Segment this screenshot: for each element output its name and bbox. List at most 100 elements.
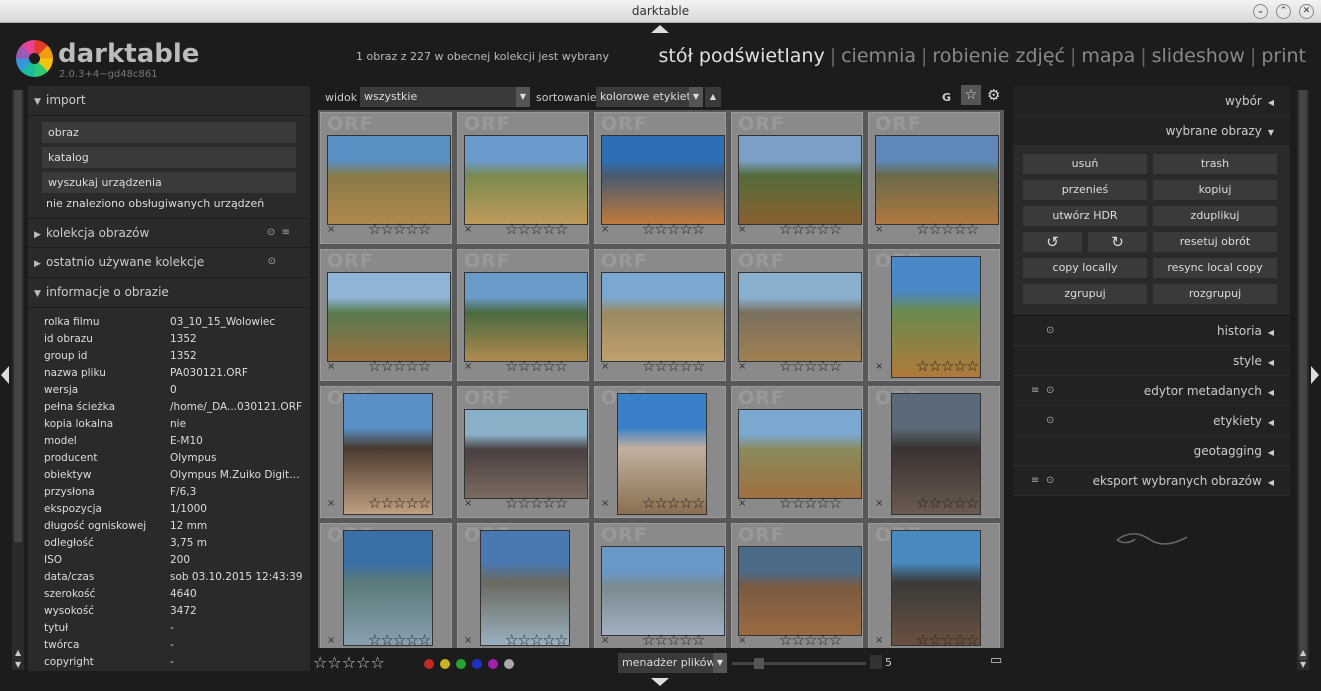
star-rating[interactable]: ☆☆☆☆☆ [642, 220, 705, 238]
right-panel-scrollbar[interactable]: ▲ ▼ [1297, 90, 1309, 670]
star-rating[interactable]: ☆☆☆☆☆ [916, 631, 979, 648]
left-panel-scrollbar[interactable]: ▲ ▼ [12, 90, 24, 670]
reject-icon[interactable]: × [464, 361, 472, 372]
collapse-right-arrow-icon[interactable] [1311, 366, 1319, 384]
reject-icon[interactable]: × [875, 498, 883, 509]
star-rating[interactable]: ☆☆☆☆☆ [916, 357, 979, 375]
move-button[interactable]: przenieś [1023, 180, 1147, 200]
ungroup-button[interactable]: rozgrupuj [1153, 284, 1277, 304]
sort-select[interactable]: kolorowe etykiety ▼ [596, 87, 703, 107]
thumbnail[interactable]: ORF×☆☆☆☆☆ [594, 249, 726, 381]
photo-image[interactable] [738, 135, 862, 225]
view-lighttable[interactable]: stół podświetlany [658, 45, 824, 67]
scan-devices-button[interactable]: wyszukaj urządzenia [42, 172, 296, 193]
duplicate-button[interactable]: zduplikuj [1153, 206, 1277, 226]
module-selected-images-header[interactable]: wybrane obrazy ▼ [1013, 116, 1290, 146]
maximize-button[interactable]: ⌃ [1276, 4, 1291, 19]
create-hdr-button[interactable]: utwórz HDR [1023, 206, 1147, 226]
thumbnail[interactable]: ORF×☆☆☆☆☆ [594, 112, 726, 244]
thumbnail[interactable]: ORF×☆☆☆☆☆ [731, 112, 863, 244]
zoom-slider-handle[interactable] [754, 658, 764, 669]
module-presets-icon[interactable]: ⊙ ≡ [267, 219, 290, 247]
color-label-filter[interactable] [424, 659, 434, 669]
star-rating[interactable]: ☆☆☆☆☆ [505, 220, 568, 238]
photo-image[interactable] [601, 135, 725, 225]
reject-icon[interactable]: × [464, 635, 472, 646]
module-tagging-header[interactable]: ⊙ etykiety ◀ [1013, 406, 1290, 436]
photo-image[interactable] [327, 272, 451, 362]
close-button[interactable]: ✕ [1299, 4, 1314, 19]
reset-rotation-button[interactable]: resetuj obrót [1153, 232, 1277, 252]
star-rating[interactable]: ☆☆☆☆☆ [642, 494, 705, 512]
reject-icon[interactable]: × [875, 635, 883, 646]
thumbnail[interactable]: ORF×☆☆☆☆☆ [594, 386, 726, 518]
view-slideshow[interactable]: slideshow [1152, 45, 1245, 67]
remove-button[interactable]: usuń [1023, 154, 1147, 174]
reject-icon[interactable]: × [327, 361, 335, 372]
color-label-filter[interactable] [472, 659, 482, 669]
scroll-down-icon[interactable]: ▼ [1300, 660, 1306, 669]
thumbnail[interactable]: ORF×☆☆☆☆☆ [731, 386, 863, 518]
color-label-filter[interactable] [456, 659, 466, 669]
thumbnail[interactable]: ORF×☆☆☆☆☆ [868, 523, 1000, 648]
zoom-slider[interactable] [732, 658, 866, 669]
copy-button[interactable]: kopiuj [1153, 180, 1277, 200]
photo-image[interactable] [464, 135, 588, 225]
photo-image[interactable] [875, 135, 999, 225]
trash-button[interactable]: trash [1153, 154, 1277, 174]
photo-image[interactable] [327, 135, 451, 225]
thumbnail[interactable]: ORF×☆☆☆☆☆ [868, 112, 1000, 244]
presets-menu-icon[interactable]: ≡ [1031, 376, 1039, 406]
star-rating[interactable]: ☆☆☆☆☆ [779, 494, 842, 512]
display-profile-icon[interactable]: ▭ [990, 653, 1002, 668]
thumbnail-grid[interactable]: ORF × ☆☆☆☆☆ ORF × ☆☆☆☆☆ ORF × ☆☆☆☆☆ ORF × ☆☆☆☆☆ ORF ×… [318, 110, 1004, 648]
rotate-left-button[interactable]: ↺ [1023, 232, 1082, 252]
collapse-top-arrow-icon[interactable] [651, 25, 669, 33]
star-rating[interactable]: ☆☆☆☆☆ [779, 357, 842, 375]
sort-order-toggle[interactable]: ▲ [705, 87, 721, 107]
import-image-button[interactable]: obraz [42, 122, 296, 143]
star-rating[interactable]: ☆☆☆☆☆ [916, 494, 979, 512]
thumbnail[interactable]: ORF×☆☆☆☆☆ [320, 523, 452, 648]
reset-icon[interactable]: ⊙ [1046, 466, 1054, 496]
photo-image[interactable] [601, 546, 725, 636]
reset-icon[interactable]: ⊙ [1046, 406, 1054, 436]
thumbnail[interactable]: ORF×☆☆☆☆☆ [594, 523, 726, 648]
reject-icon[interactable]: × [601, 361, 609, 372]
scroll-down-icon[interactable]: ▼ [15, 660, 21, 669]
reject-icon[interactable]: × [738, 361, 746, 372]
star-rating[interactable]: ☆☆☆☆☆ [505, 357, 568, 375]
group-button[interactable]: zgrupuj [1023, 284, 1147, 304]
rotate-right-button[interactable]: ↻ [1088, 232, 1147, 252]
photo-image[interactable] [891, 530, 981, 646]
view-tethering[interactable]: robienie zdjęć [932, 45, 1065, 67]
scrollbar-thumb[interactable] [1299, 90, 1307, 660]
reject-icon[interactable]: × [327, 224, 335, 235]
module-history-header[interactable]: ⊙ historia ◀ [1013, 316, 1290, 346]
minimize-button[interactable]: ⌄ [1253, 4, 1268, 19]
module-select-header[interactable]: wybór ◀ [1013, 86, 1290, 116]
view-map[interactable]: mapa [1081, 45, 1135, 67]
thumbnail[interactable]: ORF×☆☆☆☆☆ [320, 386, 452, 518]
scroll-up-icon[interactable]: ▲ [15, 648, 21, 657]
reject-icon[interactable]: × [875, 224, 883, 235]
photo-image[interactable] [738, 272, 862, 362]
rating-filter-stars[interactable]: ☆☆☆☆☆ [313, 653, 385, 672]
view-darkroom[interactable]: ciemnia [841, 45, 916, 67]
star-rating[interactable]: ☆☆☆☆☆ [368, 220, 431, 238]
collapse-left-arrow-icon[interactable] [1, 366, 9, 384]
reject-icon[interactable]: × [601, 224, 609, 235]
star-rating[interactable]: ☆☆☆☆☆ [779, 631, 842, 648]
module-export-header[interactable]: ≡ ⊙ eksport wybranych obrazów ◀ [1013, 466, 1290, 496]
module-geotagging-header[interactable]: geotagging ◀ [1013, 436, 1290, 466]
view-print[interactable]: print [1261, 45, 1306, 67]
star-rating[interactable]: ☆☆☆☆☆ [505, 631, 568, 648]
reject-icon[interactable]: × [738, 498, 746, 509]
module-metadata-editor-header[interactable]: ≡ ⊙ edytor metadanych ◀ [1013, 376, 1290, 406]
view-filter-select[interactable]: wszystkie ▼ [360, 87, 530, 107]
photo-image[interactable] [464, 409, 588, 499]
thumbnail[interactable]: ORF×☆☆☆☆☆ [457, 112, 589, 244]
reject-icon[interactable]: × [875, 361, 883, 372]
thumbnail[interactable]: ORF×☆☆☆☆☆ [320, 249, 452, 381]
module-recent-header[interactable]: ▶ ostatnio używane kolekcje ⊙ [28, 248, 310, 278]
